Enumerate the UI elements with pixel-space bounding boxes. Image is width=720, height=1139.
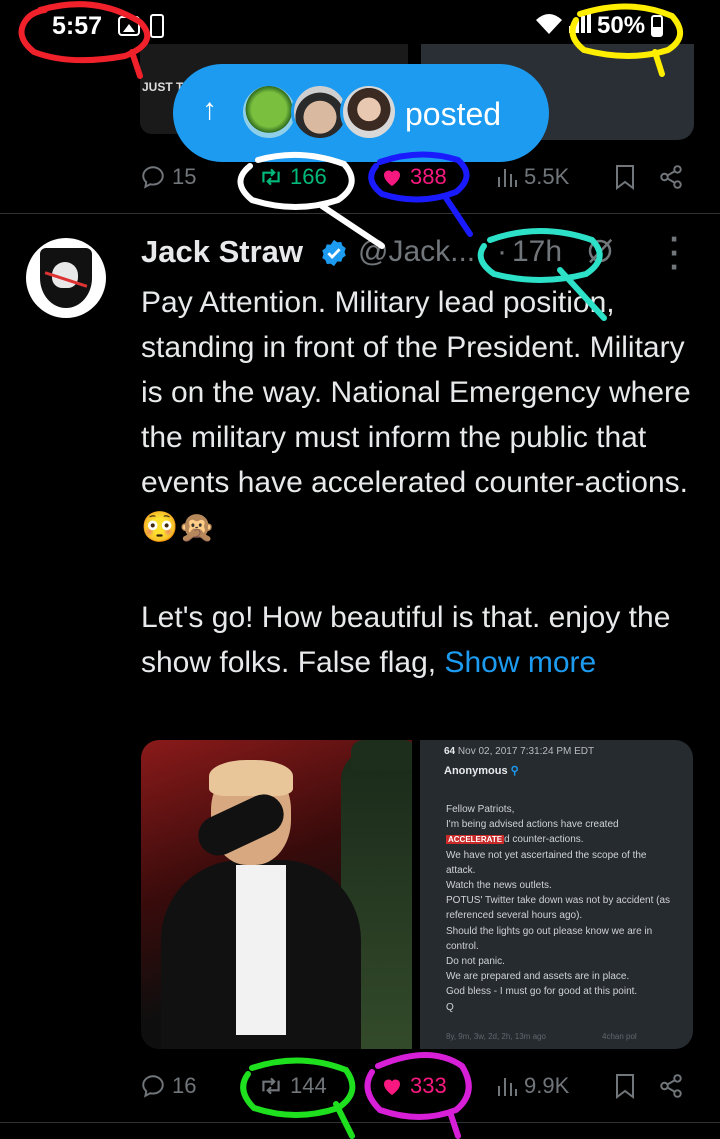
tweet-text: Pay Attention. Military lead position, s… [141, 280, 701, 685]
views-icon [498, 169, 517, 187]
like-button[interactable]: 388 [380, 164, 447, 190]
q-post-date: Nov 02, 2017 7:31:24 PM EDT [457, 746, 595, 757]
tweet-image-salute[interactable] [141, 740, 412, 1049]
poster-avatar-1 [240, 83, 298, 141]
share-button[interactable] [658, 164, 684, 190]
verified-badge-icon [319, 238, 349, 273]
share-icon [660, 1074, 682, 1098]
views-icon [498, 1078, 517, 1096]
repost-count: 166 [290, 164, 327, 189]
q-author: Anonymous ⚲ [444, 765, 519, 777]
bookmark-button[interactable] [614, 164, 636, 190]
q-post-board: 4chan pol [602, 1032, 637, 1041]
tweet-bookmark-button[interactable] [614, 1073, 636, 1099]
tweet-body-text: Pay Attention. Military lead position, s… [141, 286, 691, 679]
post-time[interactable]: 17h [512, 235, 562, 269]
like-count: 388 [410, 164, 447, 189]
tweet-views-button[interactable]: 9.9K [496, 1073, 569, 1099]
arrow-up-icon: ↑ [202, 93, 217, 126]
signal-icon [567, 10, 593, 40]
tweet-image-q-post[interactable]: 64 Nov 02, 2017 7:31:24 PM EDT Anonymous… [420, 740, 693, 1049]
repost-icon [262, 1077, 280, 1095]
author-name[interactable]: Jack Straw [141, 234, 303, 270]
like-count: 333 [410, 1073, 447, 1098]
tweet-like-button[interactable]: 333 [380, 1073, 447, 1099]
views-count: 9.9K [524, 1073, 570, 1098]
shirt-figure [236, 865, 286, 1035]
tweet-reply-button[interactable]: 16 [140, 1073, 196, 1099]
battery-icon [651, 15, 663, 37]
time-separator: · [497, 235, 507, 268]
author-avatar[interactable] [26, 238, 106, 318]
author-handle[interactable]: @Jack... [358, 235, 475, 269]
posted-label: posted [405, 96, 502, 132]
repost-count: 144 [290, 1073, 327, 1098]
repost-button[interactable]: 166 [258, 164, 327, 190]
gallery-notification-icon [118, 16, 140, 36]
reply-count: 16 [172, 1073, 197, 1098]
poster-avatar-3 [340, 83, 398, 141]
q-post-header: 64 Nov 02, 2017 7:31:24 PM EDT [444, 746, 594, 757]
shield-logo-icon [40, 248, 92, 308]
tweet-divider-bottom [0, 1122, 720, 1123]
bookmark-icon [616, 1074, 634, 1099]
heart-icon [384, 170, 400, 186]
repost-icon [262, 168, 280, 186]
wifi-icon [534, 12, 564, 42]
hair-figure [209, 760, 293, 796]
show-more-link[interactable]: Show more [444, 646, 596, 679]
q-highlight: ACCELERATE [446, 835, 505, 845]
battery-percent: 50% [597, 12, 646, 39]
heart-icon [384, 1079, 400, 1095]
tweet-repost-button[interactable]: 144 [258, 1073, 327, 1099]
reply-icon [142, 1075, 164, 1098]
status-time: 5:57 [52, 12, 103, 40]
phone-notification-icon [150, 14, 164, 38]
q-post-age: 8y, 9m, 3w, 2d, 2h, 13m ago [446, 1032, 546, 1041]
more-options-icon[interactable]: · · · [668, 223, 682, 283]
views-button[interactable]: 5.5K [496, 164, 569, 190]
soldier-cap [351, 740, 412, 770]
grok-icon[interactable] [585, 236, 615, 274]
reply-button[interactable]: 15 [140, 164, 196, 190]
reply-icon [142, 166, 164, 189]
q-post-body: Fellow Patriots, I'm being advised actio… [446, 804, 671, 1013]
bookmark-icon [616, 165, 634, 190]
views-count: 5.5K [524, 164, 570, 189]
q-post-number: 64 [444, 746, 456, 757]
tweet-divider [0, 213, 720, 214]
tweet-share-button[interactable] [658, 1073, 684, 1099]
reply-count: 15 [172, 164, 197, 189]
share-icon [660, 165, 682, 189]
